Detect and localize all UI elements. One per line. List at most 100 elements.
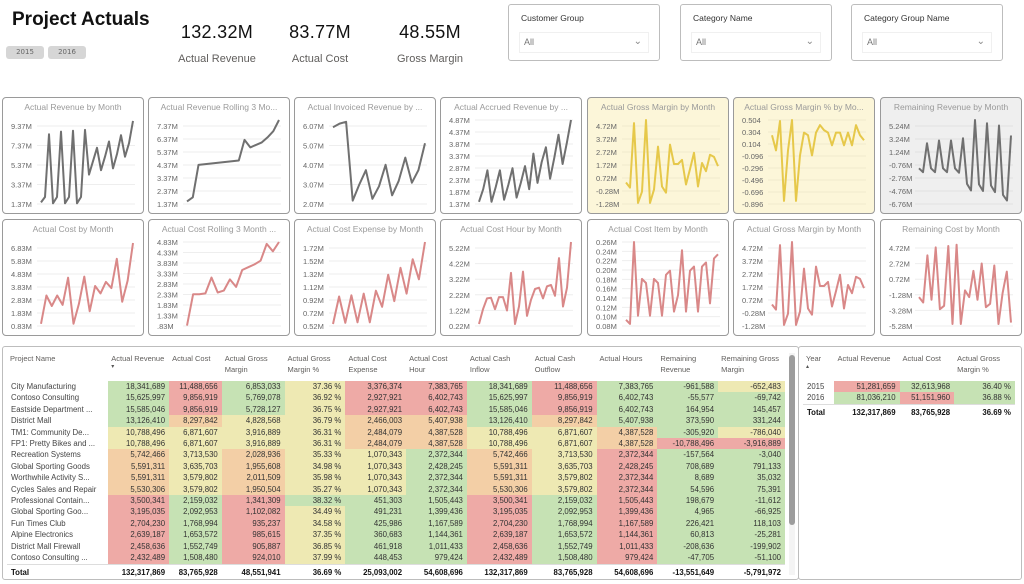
- chart-card-remaining-revenue-by-month[interactable]: Remaining Revenue by Month 5.24M 3.24M 1.24…: [880, 97, 1022, 214]
- table-cell: 1,167,589: [406, 517, 467, 530]
- chart-card-actual-gross-margin-by-month[interactable]: Actual Gross Margin by Month 4.72M 3.72M 2.…: [587, 97, 729, 214]
- table-row[interactable]: Alpine Electronics 2,639,187 1,653,572 985,…: [7, 529, 785, 541]
- table-cell: 1,768,994: [169, 517, 222, 530]
- column-header[interactable]: Actual Cash Inflow: [467, 353, 532, 381]
- column-header[interactable]: Actual Cost: [169, 353, 222, 381]
- table-row[interactable]: 2015 51,281,659 32,613,968 36.40 %: [803, 381, 1015, 393]
- table-row[interactable]: Recreation Systems 5,742,466 3,713,530 2,02…: [7, 449, 785, 461]
- table-cell: 3,579,802: [169, 472, 222, 484]
- table-row[interactable]: District Mall Firewall 2,458,636 1,552,749…: [7, 540, 785, 553]
- column-header[interactable]: Actual Gross Margin: [222, 353, 285, 381]
- y-tick-label: -0.496: [742, 176, 763, 185]
- table-cell: 4,387,528: [406, 438, 467, 450]
- table-row[interactable]: TM1: Community De... 10,788,496 6,871,607 3…: [7, 426, 785, 439]
- chevron-down-icon: ⌄: [633, 36, 642, 47]
- year-filter-2016-button[interactable]: 2016: [48, 46, 86, 59]
- chart-card-actual-gross-margin-by-mo[interactable]: Actual Gross Margin % by Mo... 0.504 0.304…: [733, 97, 875, 214]
- table-row[interactable]: Global Sporting Goo... 3,195,035 2,092,953…: [7, 506, 785, 518]
- chart-card-actual-gross-margin-by-month[interactable]: Actual Gross Margin by Month 4.72M 3.72M 2.…: [733, 219, 875, 336]
- chart-card-remaining-cost-by-month[interactable]: Remaining Cost by Month 4.72M 2.72M 0.72M -1…: [880, 219, 1022, 336]
- column-header[interactable]: Remaining Gross Margin: [718, 353, 785, 381]
- chart-card-actual-cost-expense-by-month[interactable]: Actual Cost Expense by Month 1.72M 1.52M 1.…: [294, 219, 436, 336]
- column-header[interactable]: Actual Cost Expense: [345, 353, 406, 381]
- kpi-actual-cost: 83.77M Actual Cost: [280, 22, 360, 65]
- column-header[interactable]: Actual Gross Margin %: [954, 353, 1015, 381]
- chart-card-actual-cost-by-month[interactable]: Actual Cost by Month 6.83M 5.83M 4.83M 3.83M…: [2, 219, 144, 336]
- row-label: Global Sporting Goods: [11, 461, 90, 471]
- table-cell: -652,483: [718, 381, 785, 393]
- header-row: Year ▴ Actual Revenue Actual Cost Actual Gro…: [803, 353, 1015, 381]
- column-header[interactable]: Actual Revenue: [834, 353, 899, 381]
- y-tick-label: 2.83M: [11, 296, 32, 305]
- y-tick-label: 3.37M: [11, 181, 32, 190]
- column-header[interactable]: Project Name: [7, 353, 108, 381]
- y-tick-label: 1.72M: [596, 161, 617, 170]
- column-header[interactable]: Actual Cash Outflow: [532, 353, 597, 381]
- y-tick-label: 0.72M: [889, 275, 910, 284]
- chart-card-actual-revenue-rolling-3-mo[interactable]: Actual Revenue Rolling 3 Mo... 7.37M 6.37M…: [148, 97, 290, 214]
- table-row[interactable]: Cycles Sales and Repair 5,530,306 3,579,80…: [7, 483, 785, 496]
- table-row[interactable]: FP1: Pretty Bikes and ... 10,788,496 6,871…: [7, 438, 785, 450]
- table-cell: 36.79 %: [284, 415, 346, 427]
- table-cell: 461,918: [345, 540, 407, 553]
- column-header-label: Actual Cash Inflow: [469, 354, 511, 374]
- series-line: [771, 241, 865, 326]
- chart-card-actual-accrued-revenue-by[interactable]: Actual Accrued Revenue by ... 4.87M 4.37M 3…: [440, 97, 582, 214]
- column-header[interactable]: Year ▴: [803, 353, 834, 381]
- year-filter-2015-button[interactable]: 2015: [6, 46, 44, 59]
- y-tick-label: 2.07M: [303, 200, 324, 209]
- y-tick-label: 1.22M: [449, 306, 470, 315]
- table-cell: -69,742: [718, 392, 785, 404]
- y-tick-label: 0.92M: [303, 296, 324, 305]
- column-header[interactable]: Remaining Revenue: [657, 353, 718, 381]
- table-row[interactable]: Contoso Consulting 15,625,997 9,856,919 5,7…: [7, 392, 785, 404]
- chart-card-actual-cost-rolling-3-month[interactable]: Actual Cost Rolling 3 Month ... 4.83M 4.33…: [148, 219, 290, 336]
- y-tick-label: 2.87M: [449, 164, 470, 173]
- table-row[interactable]: Contoso Consulting ... 2,432,489 1,508,480…: [7, 552, 785, 564]
- table-cell: 18,341,689: [108, 381, 170, 393]
- table-cell: 6,402,743: [596, 392, 658, 404]
- table-row[interactable]: City Manufacturing 18,341,689 11,488,656 6,…: [7, 381, 785, 393]
- table-cell: 9,856,919: [169, 403, 222, 416]
- row-label: Alpine Electronics: [11, 530, 73, 540]
- column-header[interactable]: Actual Gross Margin %: [285, 353, 346, 381]
- table-row[interactable]: District Mall 13,126,410 8,297,842 4,828,56…: [7, 415, 785, 427]
- table-row[interactable]: Worthwhile Activity S... 5,591,311 3,579,8…: [7, 472, 785, 484]
- y-tick-label: -1.28M: [889, 291, 912, 300]
- customer-group-dropdown[interactable]: All ⌄: [519, 32, 649, 53]
- table-cell: 5,769,078: [221, 392, 285, 404]
- y-tick-label: 3.87M: [449, 140, 470, 149]
- table-row[interactable]: Global Sporting Goods 5,591,311 3,635,703 1…: [7, 460, 785, 473]
- table-row[interactable]: Fun Times Club 2,704,230 1,768,994 935,237 3…: [7, 517, 785, 530]
- column-header[interactable]: Actual Cost Hour: [406, 353, 467, 381]
- category-group-name-dropdown[interactable]: All ⌄: [862, 32, 992, 53]
- table-cell: 2,372,344: [596, 483, 658, 496]
- chart-card-actual-cost-item-by-month[interactable]: Actual Cost Item by Month 0.26M 0.24M 0.22M…: [587, 219, 729, 336]
- table-row[interactable]: Professional Contain... 3,500,341 2,159,03…: [7, 495, 785, 507]
- kpi-label: Actual Revenue: [178, 53, 256, 65]
- chart-card-actual-invoiced-revenue-by[interactable]: Actual Invoiced Revenue by ... 6.07M 5.07M…: [294, 97, 436, 214]
- column-header[interactable]: Actual Revenue ▾: [108, 353, 169, 381]
- y-tick-label: -0.096: [742, 152, 763, 161]
- table-cell: 3,195,035: [108, 506, 170, 518]
- category-name-dropdown[interactable]: All ⌄: [691, 32, 821, 53]
- table-cell: 5,742,466: [466, 449, 532, 461]
- total-cell: 36.69 %: [284, 563, 346, 579]
- table-cell: 2,372,344: [406, 472, 467, 484]
- column-header[interactable]: Actual Cost: [900, 353, 955, 381]
- table-cell: -305,920: [657, 426, 719, 439]
- slicer-title: Category Name: [693, 13, 753, 23]
- table-cell: 2,458,636: [466, 540, 532, 553]
- table-cell: 5,742,466: [108, 449, 170, 461]
- scrollbar-thumb[interactable]: [789, 355, 795, 525]
- table-cell: 18,341,689: [466, 381, 532, 393]
- chart-card-actual-revenue-by-month[interactable]: Actual Revenue by Month 9.37M 7.37M 5.37M 3.…: [2, 97, 144, 214]
- column-header[interactable]: Actual Hours: [597, 353, 658, 381]
- chart-card-actual-cost-hour-by-month[interactable]: Actual Cost Hour by Month 5.22M 4.22M 3.22M…: [440, 219, 582, 336]
- table-row[interactable]: Eastside Department ... 15,585,046 9,856,9…: [7, 403, 785, 416]
- column-header-label: Actual Hours: [599, 354, 643, 363]
- table-cell: 198,679: [657, 495, 719, 507]
- y-tick-label: 5.07M: [303, 142, 324, 151]
- y-tick-label: 3.37M: [449, 152, 470, 161]
- table-row[interactable]: 2016 81,036,210 51,151,960 36.88 %: [803, 392, 1015, 405]
